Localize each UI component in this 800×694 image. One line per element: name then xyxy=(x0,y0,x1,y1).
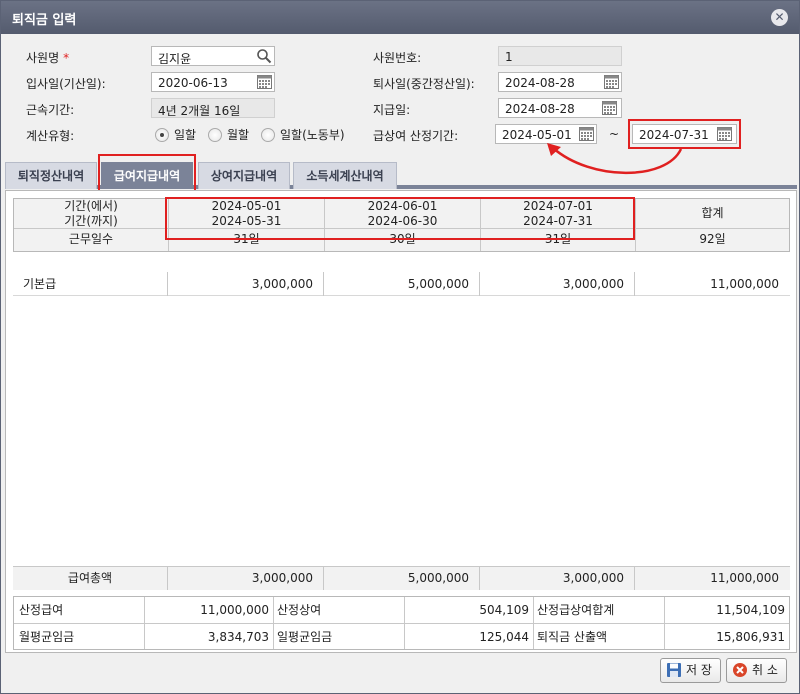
period-from-label: 기간(에서) xyxy=(64,199,118,213)
row-name: 기본급 xyxy=(23,277,57,291)
calc-type-label: 계산유형: xyxy=(26,129,75,143)
row-total: 11,000,000 xyxy=(710,277,779,291)
base-bonus-value: 504,109 xyxy=(479,603,529,617)
bonus-period-from-value: 2024-05-01 xyxy=(502,128,572,142)
radio-dot xyxy=(261,127,275,142)
tenure-field: 4년 2개월 16일 xyxy=(151,98,275,118)
daily-avg-value: 125,044 xyxy=(479,630,529,644)
monthly-avg-value: 3,834,703 xyxy=(207,630,269,644)
base-salary-label: 산정급여 xyxy=(19,603,64,617)
period-col-2: 2024-06-01 2024-06-30 xyxy=(325,199,480,229)
bonus-period-to-value: 2024-07-31 xyxy=(639,128,709,142)
base-total-label: 산정급상여합계 xyxy=(537,603,615,617)
tab-severance-settlement[interactable]: 퇴직정산내역 xyxy=(5,162,97,189)
save-button[interactable]: 저 장 xyxy=(660,658,721,683)
row-value: 5,000,000 xyxy=(407,277,469,291)
title-bar: 퇴직금 입력 ✕ xyxy=(1,1,799,34)
retire-date-value: 2024-08-28 xyxy=(505,76,575,90)
window-title: 퇴직금 입력 xyxy=(12,13,77,28)
close-icon[interactable]: ✕ xyxy=(771,9,788,26)
hire-date-label: 입사일(기산일): xyxy=(26,77,106,91)
period-to: 2024-07-31 xyxy=(523,214,593,228)
row-value: 3,000,000 xyxy=(562,277,624,291)
radio-label: 월할 xyxy=(227,128,250,142)
employee-no-label: 사원번호: xyxy=(373,51,422,65)
days-value: 30일 xyxy=(389,232,416,246)
retire-date-field[interactable]: 2024-08-28 xyxy=(498,72,622,92)
monthly-avg-label: 월평균임금 xyxy=(19,630,75,644)
radio-label: 일할 xyxy=(174,128,197,142)
pay-date-value: 2024-08-28 xyxy=(505,102,575,116)
row-value: 3,000,000 xyxy=(251,277,313,291)
hire-date-field[interactable]: 2020-06-13 xyxy=(151,72,275,92)
calc-type-radio-daily[interactable]: 일할 xyxy=(155,126,196,143)
total-row-value: 3,000,000 xyxy=(251,571,313,585)
retire-date-label: 퇴사일(중간정산일): xyxy=(373,77,475,91)
calendar-icon[interactable] xyxy=(257,75,272,89)
floppy-icon xyxy=(666,662,682,678)
grid-panel: 기간(에서) 기간(까지) 2024-05-01 2024-05-31 2024… xyxy=(5,190,797,653)
radio-dot xyxy=(208,127,222,142)
period-to-label: 기간(까지) xyxy=(64,214,118,228)
required-mark: * xyxy=(63,51,70,65)
cancel-button-label: 취 소 xyxy=(752,663,778,677)
days-value: 31일 xyxy=(233,232,260,246)
total-row-value: 3,000,000 xyxy=(562,571,624,585)
daily-avg-label: 일평균임금 xyxy=(277,630,333,644)
search-icon[interactable] xyxy=(256,48,272,64)
period-to: 2024-05-31 xyxy=(211,214,282,228)
table-row[interactable]: 기본급 3,000,000 5,000,000 3,000,000 11,000… xyxy=(13,272,790,296)
period-col-3: 2024-07-01 2024-07-31 xyxy=(481,199,635,229)
tab-bar: 퇴직정산내역 급여지급내역 상여지급내역 소득세계산내역 xyxy=(5,159,797,189)
summary-table: 산정급여 11,000,000 산정상여 504,109 산정급상여합계 11,… xyxy=(13,596,790,650)
total-row: 급여총액 3,000,000 5,000,000 3,000,000 11,00… xyxy=(13,566,790,590)
save-button-label: 저 장 xyxy=(686,663,712,677)
period-header: 기간(에서) 기간(까지) xyxy=(14,199,168,229)
employee-name-field[interactable]: 김지윤 xyxy=(151,46,275,66)
cancel-icon xyxy=(732,662,748,678)
total-header: 합계 xyxy=(701,206,724,220)
employee-name-label: 사원명 * xyxy=(26,51,70,65)
employee-no-field: 1 xyxy=(498,46,622,66)
period-to: 2024-06-30 xyxy=(367,214,438,228)
period-separator: ~ xyxy=(609,127,620,141)
radio-label: 일할(노동부) xyxy=(280,128,345,142)
total-row-grand: 11,000,000 xyxy=(710,571,779,585)
period-from: 2024-05-01 xyxy=(211,199,282,213)
tab-income-tax[interactable]: 소득세계산내역 xyxy=(293,162,397,189)
tab-bonus-payments[interactable]: 상여지급내역 xyxy=(198,162,290,189)
period-from: 2024-07-01 xyxy=(523,199,593,213)
base-total-value: 11,504,109 xyxy=(716,603,785,617)
bonus-period-label: 급상여 산정기간: xyxy=(373,129,459,143)
period-col-1: 2024-05-01 2024-05-31 xyxy=(169,199,324,229)
employee-name-value: 김지윤 xyxy=(158,52,192,66)
base-salary-value: 11,000,000 xyxy=(200,603,269,617)
calc-type-radio-monthly[interactable]: 월할 xyxy=(208,126,249,143)
radio-dot xyxy=(155,127,169,142)
calendar-icon[interactable] xyxy=(717,127,732,141)
days-label: 근무일수 xyxy=(68,232,114,246)
total-row-label: 급여총액 xyxy=(67,571,113,585)
calendar-icon[interactable] xyxy=(579,127,594,141)
calc-type-radio-labor[interactable]: 일할(노동부) xyxy=(261,126,345,143)
pay-date-field[interactable]: 2024-08-28 xyxy=(498,98,622,118)
grid-header: 기간(에서) 기간(까지) 2024-05-01 2024-05-31 2024… xyxy=(13,198,790,252)
days-value: 31일 xyxy=(544,232,572,246)
calendar-icon[interactable] xyxy=(602,101,617,115)
tab-salary-payments[interactable]: 급여지급내역 xyxy=(101,162,193,189)
dialog-window: 퇴직금 입력 ✕ 사원명 * 김지윤 사원번호: 1 입사일(기산일): 2020… xyxy=(0,0,800,694)
pay-date-label: 지급일: xyxy=(373,103,411,117)
days-total: 92일 xyxy=(699,232,726,246)
hire-date-value: 2020-06-13 xyxy=(158,76,228,90)
severance-label: 퇴직금 산출액 xyxy=(537,630,608,644)
calendar-icon[interactable] xyxy=(604,75,619,89)
tenure-label: 근속기간: xyxy=(26,103,75,117)
cancel-button[interactable]: 취 소 xyxy=(726,658,787,683)
period-from: 2024-06-01 xyxy=(367,199,438,213)
base-bonus-label: 산정상여 xyxy=(277,603,322,617)
severance-value: 15,806,931 xyxy=(716,630,785,644)
total-row-value: 5,000,000 xyxy=(407,571,469,585)
